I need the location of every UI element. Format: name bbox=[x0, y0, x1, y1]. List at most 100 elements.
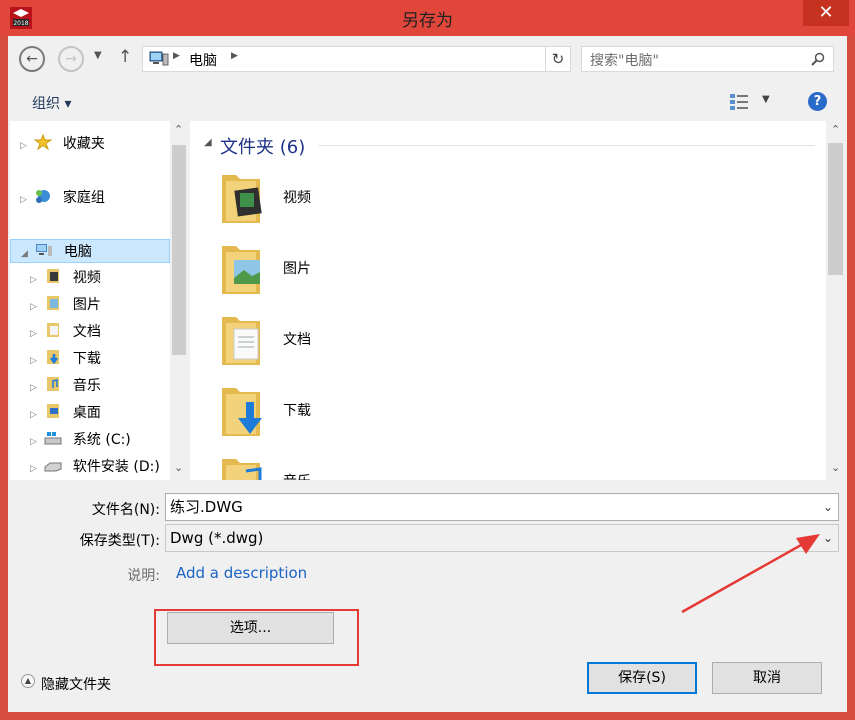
desktop-folder-icon bbox=[47, 404, 60, 418]
filename-value: 练习.DWG bbox=[170, 498, 243, 516]
computer-icon bbox=[36, 244, 53, 256]
address-bar[interactable]: ▶ 电脑 ▶ ⌄ bbox=[142, 46, 570, 72]
documents-folder-icon bbox=[222, 317, 260, 365]
recent-locations-chevron-icon[interactable]: ▼ bbox=[94, 50, 102, 61]
sidebar-item-music[interactable]: ▷ 音乐 bbox=[30, 374, 101, 398]
scrollbar-thumb[interactable] bbox=[172, 145, 186, 355]
save-as-dialog: 2018 另存为 ✕ ← → ▼ ↑ ▶ 电脑 ▶ ⌄ ↻ bbox=[0, 0, 855, 720]
filetype-value: Dwg (*.dwg) bbox=[170, 529, 264, 547]
up-arrow-icon[interactable]: ↑ bbox=[118, 47, 132, 67]
expand-arrow-icon[interactable]: ▷ bbox=[20, 188, 30, 212]
breadcrumb-item-computer[interactable]: 电脑 bbox=[189, 50, 217, 70]
sidebar-item-desktop[interactable]: ▷ 桌面 bbox=[30, 401, 101, 425]
description-label: 说明: bbox=[127, 568, 160, 584]
pictures-folder-icon bbox=[222, 246, 260, 294]
sidebar-item-label: 音乐 bbox=[72, 378, 101, 394]
sidebar-item-homegroup[interactable]: ▷ 家庭组 bbox=[20, 186, 105, 210]
sidebar-item-downloads[interactable]: ▷ 下载 bbox=[30, 347, 101, 371]
expand-arrow-icon[interactable]: ▷ bbox=[30, 349, 40, 373]
annotation-highlight-box bbox=[154, 609, 359, 666]
search-placeholder: 搜索"电脑" bbox=[590, 53, 659, 69]
scroll-down-icon[interactable]: ⌄ bbox=[174, 461, 183, 474]
sidebar-item-label: 电脑 bbox=[63, 244, 92, 260]
scroll-up-icon[interactable]: ⌃ bbox=[831, 123, 840, 136]
window-title: 另存为 bbox=[402, 11, 453, 31]
expand-arrow-icon[interactable]: ▷ bbox=[30, 457, 40, 481]
search-icon[interactable] bbox=[811, 52, 825, 66]
forward-arrow-icon: → bbox=[65, 51, 77, 67]
expand-arrow-icon[interactable]: ▷ bbox=[30, 403, 40, 427]
pictures-folder-icon bbox=[47, 296, 60, 310]
filename-dropdown-icon[interactable]: ⌄ bbox=[823, 494, 833, 520]
collapse-arrow-icon[interactable]: ◢ bbox=[21, 242, 31, 266]
sidebar-item-favorites[interactable]: ▷ 收藏夹 bbox=[20, 132, 105, 156]
file-list-pane[interactable]: ◢ 文件夹 (6) 视频 图片 文档 下载 音乐 bbox=[190, 121, 826, 480]
cancel-button[interactable]: 取消 bbox=[712, 662, 822, 694]
collapse-toggle-icon[interactable]: ▲ bbox=[21, 674, 35, 688]
sidebar-item-drive-c[interactable]: ▷ 系统 (C:) bbox=[30, 428, 131, 452]
expand-arrow-icon[interactable]: ▷ bbox=[30, 376, 40, 400]
add-description-link[interactable]: Add a description bbox=[176, 564, 307, 582]
close-button[interactable]: ✕ bbox=[803, 0, 849, 26]
filetype-label: 保存类型(T): bbox=[79, 533, 160, 549]
group-collapse-icon[interactable]: ◢ bbox=[204, 137, 212, 148]
sidebar-item-pictures[interactable]: ▷ 图片 bbox=[30, 293, 101, 317]
folder-item-documents[interactable]: 文档 bbox=[220, 305, 520, 375]
sidebar-item-videos[interactable]: ▷ 视频 bbox=[30, 266, 101, 290]
star-icon bbox=[34, 134, 53, 150]
sidebar-item-label: 软件安装 (D:) bbox=[72, 459, 160, 475]
sidebar-item-label: 图片 bbox=[72, 297, 101, 313]
forward-button[interactable]: → bbox=[58, 46, 84, 72]
sidebar-item-label: 系统 (C:) bbox=[72, 432, 131, 448]
sidebar-item-label: 文档 bbox=[72, 324, 101, 340]
save-button[interactable]: 保存(S) bbox=[587, 662, 697, 694]
music-folder-icon bbox=[47, 377, 60, 391]
scroll-down-icon[interactable]: ⌄ bbox=[831, 461, 840, 474]
scrollbar-thumb[interactable] bbox=[828, 143, 843, 275]
folders-group-header[interactable]: 文件夹 (6) bbox=[220, 133, 305, 159]
sidebar-item-label: 桌面 bbox=[72, 405, 101, 421]
file-list-scrollbar[interactable]: ⌃ ⌄ bbox=[826, 121, 845, 480]
sidebar-item-drive-d[interactable]: ▷ 软件安装 (D:) bbox=[30, 455, 160, 479]
scroll-up-icon[interactable]: ⌃ bbox=[174, 123, 183, 136]
sidebar-item-label: 收藏夹 bbox=[62, 136, 105, 152]
sidebar-item-computer[interactable]: ◢ 电脑 bbox=[10, 239, 170, 263]
refresh-button[interactable]: ↻ bbox=[545, 46, 571, 72]
folder-item-downloads[interactable]: 下载 bbox=[220, 376, 520, 446]
view-options-chevron-icon[interactable]: ▼ bbox=[762, 94, 770, 105]
folder-item-music[interactable]: 音乐 bbox=[220, 447, 520, 480]
folder-item-pictures[interactable]: 图片 bbox=[220, 234, 520, 304]
hide-folders-toggle[interactable]: 隐藏文件夹 bbox=[41, 674, 111, 694]
sidebar-item-documents[interactable]: ▷ 文档 bbox=[30, 320, 101, 344]
expand-arrow-icon[interactable]: ▷ bbox=[30, 268, 40, 292]
organize-menu-button[interactable]: 组织 ▾ bbox=[32, 93, 71, 113]
expand-arrow-icon[interactable]: ▷ bbox=[20, 134, 30, 158]
breadcrumb-separator-icon[interactable]: ▶ bbox=[231, 51, 238, 61]
view-options-icon[interactable] bbox=[729, 92, 751, 112]
annotation-arrow bbox=[681, 534, 820, 614]
filename-label: 文件名(N): bbox=[91, 502, 160, 518]
breadcrumb-separator-icon: ▶ bbox=[173, 51, 180, 61]
sidebar-item-label: 下载 bbox=[72, 351, 101, 367]
filename-input[interactable]: 练习.DWG ⌄ bbox=[165, 493, 839, 521]
help-button[interactable]: ? bbox=[808, 92, 827, 111]
search-input[interactable]: 搜索"电脑" bbox=[581, 46, 834, 72]
refresh-icon: ↻ bbox=[551, 50, 565, 68]
navigation-pane-scrollbar[interactable]: ⌃ ⌄ bbox=[170, 121, 188, 480]
documents-folder-icon bbox=[47, 323, 60, 337]
navigation-pane[interactable]: ▷ 收藏夹 ▷ 家庭组 ◢ 电脑 ▷ 视频 ▷ 图片 ▷ 文档 ▷ 下载 ▷ 音… bbox=[10, 121, 170, 480]
expand-arrow-icon[interactable]: ▷ bbox=[30, 295, 40, 319]
help-icon: ? bbox=[813, 94, 822, 109]
downloads-folder-icon bbox=[47, 350, 60, 365]
folder-label: 下载 bbox=[283, 403, 311, 419]
sidebar-item-label: 视频 bbox=[72, 270, 101, 286]
back-button[interactable]: ← bbox=[19, 46, 45, 72]
back-arrow-icon: ← bbox=[26, 51, 38, 67]
expand-arrow-icon[interactable]: ▷ bbox=[30, 322, 40, 346]
group-divider bbox=[318, 145, 815, 146]
sidebar-item-label: 家庭组 bbox=[62, 190, 105, 206]
title-bar[interactable]: 2018 另存为 ✕ bbox=[0, 0, 855, 36]
expand-arrow-icon[interactable]: ▷ bbox=[30, 430, 40, 454]
folder-label: 文档 bbox=[283, 332, 311, 348]
folder-item-videos[interactable]: 视频 bbox=[220, 163, 520, 233]
